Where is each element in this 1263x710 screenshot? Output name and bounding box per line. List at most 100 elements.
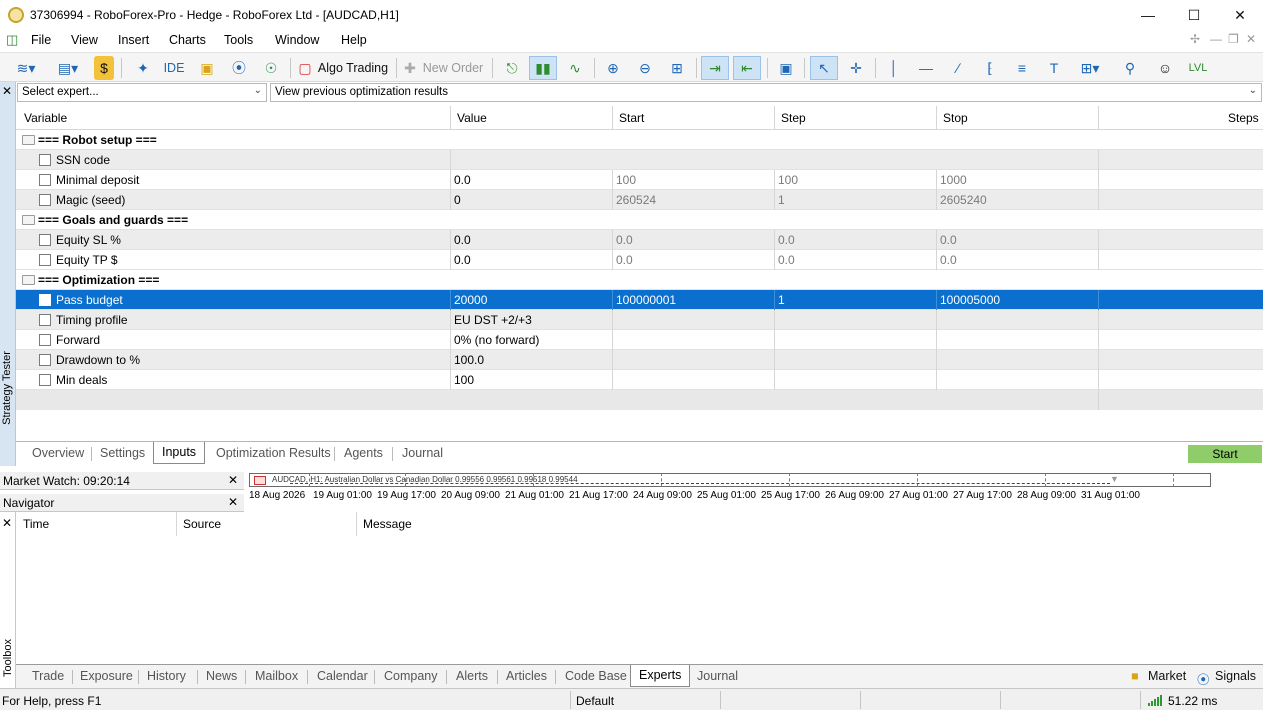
crosshair-icon[interactable]: ✛ bbox=[844, 56, 868, 80]
close-icon[interactable]: ✕ bbox=[1217, 0, 1263, 30]
optimize-checkbox[interactable] bbox=[39, 174, 51, 186]
algo-trading-button[interactable]: Algo Trading bbox=[317, 56, 389, 80]
vertical-line-icon[interactable]: │ bbox=[882, 56, 906, 80]
start-cell[interactable]: 0.0 bbox=[616, 253, 633, 267]
market-link[interactable]: Market bbox=[1148, 669, 1186, 683]
child-restore-icon[interactable]: ❐ bbox=[1228, 32, 1239, 46]
column-steps[interactable]: Steps bbox=[1228, 111, 1259, 125]
zoom-out-icon[interactable]: ⊖ bbox=[633, 56, 657, 80]
menu-tools[interactable]: Tools bbox=[224, 33, 253, 47]
optimize-checkbox[interactable] bbox=[39, 154, 51, 166]
tab-news[interactable]: News bbox=[206, 669, 237, 683]
stop-cell[interactable]: 1000 bbox=[940, 173, 967, 187]
value-cell[interactable]: 100.0 bbox=[454, 353, 484, 367]
account-icon[interactable]: ☺ bbox=[1153, 56, 1177, 80]
menu-file[interactable]: File bbox=[31, 33, 51, 47]
start-cell[interactable]: 100 bbox=[616, 173, 636, 187]
start-cell[interactable]: 0.0 bbox=[616, 233, 633, 247]
tab-optimization-results[interactable]: Optimization Results bbox=[216, 446, 331, 460]
ide-button[interactable]: IDE bbox=[160, 56, 188, 80]
sparkle-icon[interactable]: ✦ bbox=[132, 56, 154, 80]
horizontal-line-icon[interactable]: — bbox=[914, 56, 938, 80]
table-row[interactable]: Drawdown to % 100.0 bbox=[16, 350, 1263, 370]
algo-trading-icon[interactable]: ▢ bbox=[298, 56, 312, 80]
optimize-checkbox[interactable] bbox=[39, 314, 51, 326]
start-cell[interactable]: 100000001 bbox=[616, 293, 676, 307]
step-cell[interactable]: 100 bbox=[778, 173, 798, 187]
auto-scroll-icon[interactable]: ⇥ bbox=[701, 56, 729, 80]
value-cell[interactable]: 0.0 bbox=[454, 233, 471, 247]
search-icon[interactable]: ⚲ bbox=[1118, 56, 1142, 80]
value-cell[interactable]: 100 bbox=[454, 373, 474, 387]
stop-cell[interactable]: 100005000 bbox=[940, 293, 1000, 307]
table-row-selected[interactable]: Pass budget 20000 100000001 1 100005000 bbox=[16, 290, 1263, 310]
stop-cell[interactable]: 0.0 bbox=[940, 233, 957, 247]
channel-icon[interactable]: ⁅ bbox=[978, 56, 1002, 80]
column-value[interactable]: Value bbox=[457, 111, 487, 125]
step-cell[interactable]: 0.0 bbox=[778, 253, 795, 267]
value-cell[interactable]: 20000 bbox=[454, 293, 487, 307]
start-button[interactable]: Start bbox=[1188, 445, 1262, 463]
zoom-in-icon[interactable]: ⊕ bbox=[601, 56, 625, 80]
tab-code-base[interactable]: Code Base bbox=[565, 669, 627, 683]
optimize-checkbox[interactable] bbox=[39, 234, 51, 246]
profile-name[interactable]: Default bbox=[576, 694, 614, 708]
stop-cell[interactable]: 0.0 bbox=[940, 253, 957, 267]
chart-type-icon[interactable]: ≋▾ bbox=[8, 56, 44, 80]
tab-calendar[interactable]: Calendar bbox=[317, 669, 368, 683]
step-cell[interactable]: 1 bbox=[778, 293, 785, 307]
step-cell[interactable]: 0.0 bbox=[778, 233, 795, 247]
new-order-button[interactable]: New Order bbox=[422, 56, 484, 80]
line-chart-icon[interactable]: ∿ bbox=[563, 56, 587, 80]
step-cell[interactable]: 1 bbox=[778, 193, 785, 207]
column-variable[interactable]: Variable bbox=[24, 111, 67, 125]
menu-help[interactable]: Help bbox=[341, 33, 367, 47]
detach-icon[interactable]: ✢ bbox=[1190, 32, 1200, 46]
column-step[interactable]: Step bbox=[781, 111, 806, 125]
trend-line-icon[interactable]: ∕ bbox=[946, 56, 970, 80]
market-watch-header[interactable]: Market Watch: 09:20:14 ✕ bbox=[0, 472, 244, 490]
menu-insert[interactable]: Insert bbox=[118, 33, 149, 47]
menu-window[interactable]: Window bbox=[275, 33, 319, 47]
start-cell[interactable]: 260524 bbox=[616, 193, 656, 207]
expert-select[interactable]: Select expert... ⌄ bbox=[17, 83, 267, 102]
vps-icon[interactable]: ☉ bbox=[259, 56, 283, 80]
tab-company[interactable]: Company bbox=[384, 669, 438, 683]
value-cell[interactable]: 0% (no forward) bbox=[454, 333, 539, 347]
optimize-checkbox[interactable] bbox=[39, 254, 51, 266]
group-row-goals-and-guards[interactable]: === Goals and guards === bbox=[16, 210, 1263, 230]
table-row[interactable]: Forward 0% (no forward) bbox=[16, 330, 1263, 350]
signal-radio-icon[interactable]: ⦿ bbox=[228, 56, 250, 80]
close-icon[interactable]: ✕ bbox=[228, 495, 238, 509]
table-row[interactable]: Min deals 100 bbox=[16, 370, 1263, 390]
log-list[interactable] bbox=[16, 536, 1263, 664]
tab-journal[interactable]: Journal bbox=[402, 446, 443, 460]
close-icon[interactable]: ✕ bbox=[228, 473, 238, 487]
text-tool-icon[interactable]: T bbox=[1042, 56, 1066, 80]
tab-agents[interactable]: Agents bbox=[344, 446, 383, 460]
new-order-icon[interactable]: ✚ bbox=[402, 56, 418, 80]
value-cell[interactable]: 0 bbox=[454, 193, 461, 207]
tile-windows-icon[interactable]: ⊞ bbox=[665, 56, 689, 80]
optimize-checkbox[interactable] bbox=[39, 294, 51, 306]
table-row[interactable]: Timing profile EU DST +2/+3 bbox=[16, 310, 1263, 330]
fibonacci-icon[interactable]: ≡ bbox=[1010, 56, 1034, 80]
tab-overview[interactable]: Overview bbox=[32, 446, 84, 460]
column-time[interactable]: Time bbox=[23, 517, 49, 531]
shapes-icon[interactable]: ⊞▾ bbox=[1072, 56, 1108, 80]
optimize-checkbox[interactable] bbox=[39, 354, 51, 366]
table-row[interactable]: SSN code bbox=[16, 150, 1263, 170]
value-cell[interactable] bbox=[454, 153, 1098, 167]
column-stop[interactable]: Stop bbox=[943, 111, 968, 125]
tab-settings[interactable]: Settings bbox=[100, 446, 145, 460]
group-row-robot-setup[interactable]: === Robot setup === bbox=[16, 130, 1263, 150]
tab-mailbox[interactable]: Mailbox bbox=[255, 669, 298, 683]
close-toolbox-icon[interactable]: ✕ bbox=[2, 516, 12, 530]
mini-chart[interactable]: AUDCAD, H1: Australian Dollar vs Canadia… bbox=[249, 473, 1211, 487]
column-start[interactable]: Start bbox=[619, 111, 644, 125]
tab-articles[interactable]: Articles bbox=[506, 669, 547, 683]
optimization-results-select[interactable]: View previous optimization results ⌄ bbox=[270, 83, 1262, 102]
optimize-checkbox[interactable] bbox=[39, 334, 51, 346]
close-tester-icon[interactable]: ✕ bbox=[2, 84, 12, 98]
group-row-optimization[interactable]: === Optimization === bbox=[16, 270, 1263, 290]
